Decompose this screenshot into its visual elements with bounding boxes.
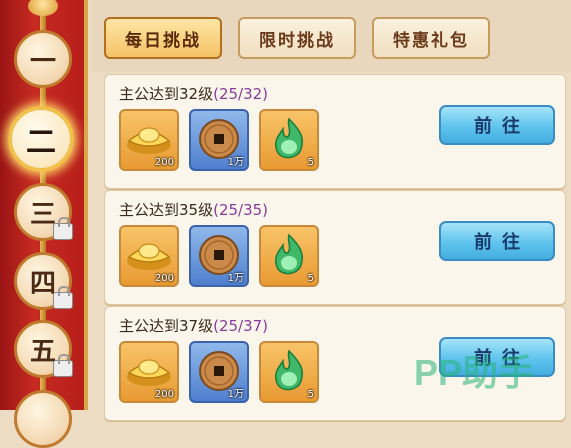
- reward-slot[interactable]: 5: [259, 341, 319, 403]
- task-title: 主公达到35级(25/35): [119, 199, 268, 220]
- reward-quantity: 200: [154, 273, 174, 284]
- reward-quantity: 200: [154, 389, 174, 400]
- day-button-6[interactable]: [14, 390, 72, 448]
- rail-ornament: [28, 0, 58, 16]
- reward-quantity: 5: [307, 273, 314, 284]
- reward-slot[interactable]: 1万: [189, 225, 249, 287]
- reward-slot[interactable]: 1万: [189, 341, 249, 403]
- lock-icon: [53, 354, 73, 377]
- tab-special-pack[interactable]: 特惠礼包: [372, 17, 490, 59]
- reward-slot[interactable]: 200: [119, 109, 179, 171]
- reward-slot[interactable]: 5: [259, 109, 319, 171]
- watermark: PP助手: [414, 352, 535, 393]
- go-button[interactable]: 前往: [439, 221, 555, 261]
- task-goal: 主公达到35级: [119, 201, 214, 219]
- day-button-3[interactable]: 三: [14, 183, 73, 241]
- go-button[interactable]: 前往: [439, 105, 555, 145]
- day-button-4[interactable]: 四: [14, 252, 73, 310]
- task-progress: (25/32): [213, 85, 269, 103]
- day-button-2[interactable]: 二: [8, 106, 74, 172]
- tab-limited-challenge[interactable]: 限时挑战: [238, 17, 356, 59]
- task-progress: (25/35): [213, 201, 269, 219]
- reward-slot[interactable]: 200: [119, 225, 179, 287]
- reward-quantity: 5: [307, 389, 314, 400]
- tab-daily-challenge[interactable]: 每日挑战: [104, 17, 222, 59]
- day-button-5[interactable]: 五: [14, 320, 73, 378]
- task-progress: (25/37): [213, 317, 269, 335]
- day-button-1[interactable]: 一: [14, 30, 72, 88]
- task-goal: 主公达到32级: [119, 85, 214, 103]
- day-selector-rail: 一 二 三 四 五: [0, 0, 88, 448]
- reward-quantity: 200: [154, 157, 174, 168]
- task-title: 主公达到32级(25/32): [119, 83, 268, 104]
- reward-quantity: 5: [307, 157, 314, 168]
- reward-quantity: 1万: [227, 157, 244, 168]
- challenge-tabs: 每日挑战 限时挑战 特惠礼包: [92, 0, 571, 72]
- reward-quantity: 1万: [227, 273, 244, 284]
- lock-icon: [53, 286, 73, 309]
- day-label: 二: [26, 125, 56, 160]
- task-goal: 主公达到37级: [119, 317, 214, 335]
- reward-quantity: 1万: [227, 389, 244, 400]
- day-label: 一: [29, 46, 56, 77]
- reward-slot[interactable]: 200: [119, 341, 179, 403]
- task-title: 主公达到37级(25/37): [119, 315, 268, 336]
- lock-icon: [53, 217, 73, 240]
- task-card: 主公达到32级(25/32) 200 1万 5 前往: [104, 74, 566, 189]
- reward-slot[interactable]: 5: [259, 225, 319, 287]
- task-card: 主公达到35级(25/35) 200 1万 5 前往: [104, 190, 566, 305]
- reward-slot[interactable]: 1万: [189, 109, 249, 171]
